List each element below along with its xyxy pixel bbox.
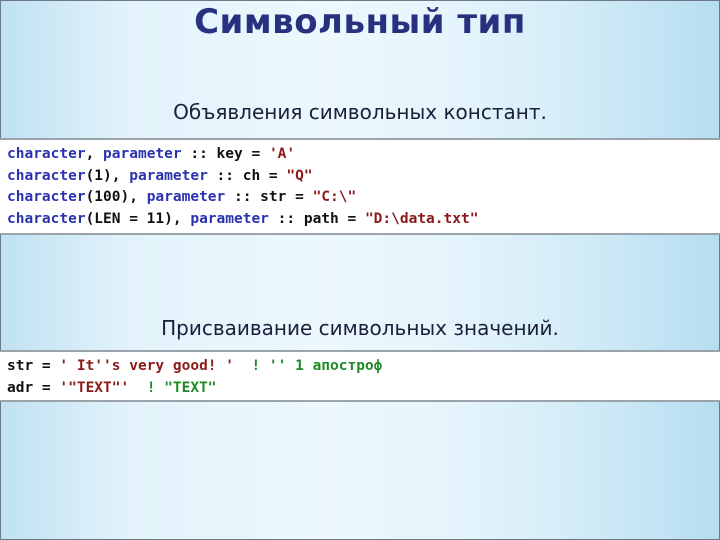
code-text: adr =	[7, 379, 60, 396]
code-text: :: str =	[225, 189, 313, 205]
code-text: ,	[85, 146, 104, 162]
section-heading-constants: Объявления символьных констант.	[173, 100, 547, 124]
code-block-constants: character, parameter :: key = 'A' charact…	[0, 138, 720, 235]
code-keyword: character	[7, 189, 86, 205]
code-string: ' It''s very good! '	[59, 358, 234, 374]
code-text: :: path =	[268, 210, 365, 227]
code-text: :: ch =	[207, 167, 287, 184]
code-line: str = ' It''s very good! ' ! '' 1 апостр…	[7, 356, 720, 378]
code-text: :: key =	[181, 146, 269, 162]
code-string: "D:\data.txt"	[364, 210, 479, 227]
code-string: "C:\"	[312, 189, 357, 205]
code-line: adr = '"TEXT"' ! "TEXT"	[7, 378, 720, 400]
code-comment: ! "TEXT"	[129, 379, 217, 396]
code-keyword: character	[7, 167, 86, 184]
code-keyword: parameter	[129, 167, 208, 184]
code-keyword: character	[7, 210, 86, 227]
code-line: character(LEN = 11), parameter :: path =…	[7, 209, 720, 231]
code-line: character(1), parameter :: ch = "Q"	[7, 166, 720, 188]
code-keyword: parameter	[146, 189, 226, 205]
code-keyword: parameter	[103, 146, 182, 162]
slide-frame	[0, 0, 720, 540]
code-string: "Q"	[286, 167, 313, 184]
code-keyword: character	[7, 146, 86, 162]
code-comment: ! '' 1 апостроф	[234, 358, 383, 374]
code-string: 'A'	[268, 146, 296, 162]
section-heading-assignment: Присваивание символьных значений.	[161, 316, 559, 340]
code-text: (100),	[85, 189, 147, 205]
code-text: (1),	[85, 167, 130, 184]
code-text: str =	[7, 358, 60, 374]
slide-title: Символьный тип	[194, 2, 526, 42]
code-line: character(100), parameter :: str = "C:\"	[7, 187, 720, 209]
code-text: (LEN = 11),	[85, 210, 191, 227]
code-string: '"TEXT"'	[59, 379, 130, 396]
code-keyword: parameter	[190, 210, 269, 227]
code-line: character, parameter :: key = 'A'	[7, 144, 720, 166]
code-block-assignment: str = ' It''s very good! ' ! '' 1 апостр…	[0, 350, 720, 402]
